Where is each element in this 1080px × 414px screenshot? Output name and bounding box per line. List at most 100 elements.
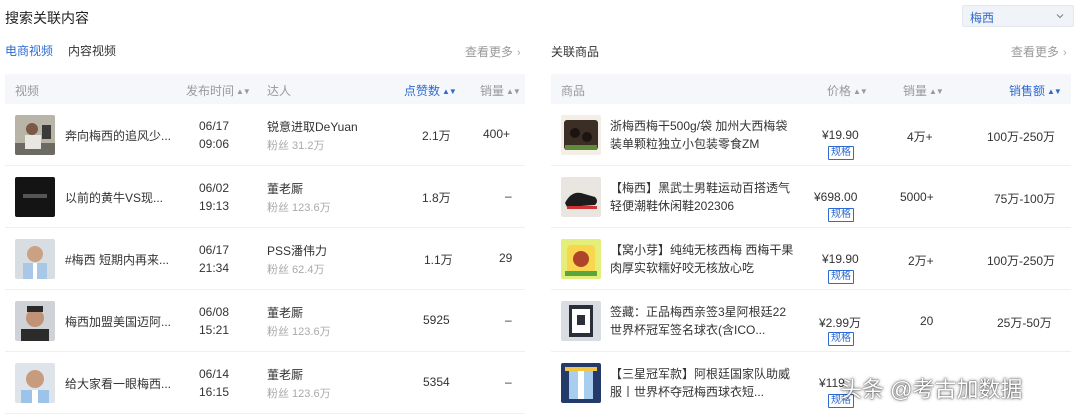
col-label: 点赞数	[404, 84, 441, 98]
spec-tag[interactable]: 规格	[828, 206, 854, 222]
watermark-text: 头条 @考古加数据	[840, 377, 1023, 402]
col-price[interactable]: 价格 ▲▼	[827, 82, 868, 99]
keyword-select[interactable]: 梅西	[962, 5, 1074, 27]
product-sales: 20	[920, 314, 934, 328]
col-creator: 达人	[267, 84, 292, 98]
table-row[interactable]: 签藏：正品梅西亲签3星阿根廷22世界杯冠军签名球衣(含ICO... ¥2.99万…	[551, 290, 1071, 352]
page-title: 搜索关联内容	[5, 10, 89, 26]
table-row[interactable]: 梅西加盟美国迈阿... 06/08 15:21 董老厮 粉丝 123.6万 59…	[5, 290, 525, 352]
sales-count: –	[505, 375, 512, 389]
video-thumbnail[interactable]	[15, 239, 55, 279]
video-thumbnail[interactable]	[15, 301, 55, 341]
video-table-header: 视频 发布时间 ▲▼ 达人 点赞数 ▲▼ 销量 ▲▼	[5, 74, 525, 104]
spec-tag[interactable]: 规格	[828, 144, 854, 160]
video-title[interactable]: #梅西 短期内再来...	[65, 251, 169, 268]
product-title[interactable]: 【三星冠军款】阿根廷国家队助威服丨世界杯夺冠梅西球衣短...	[610, 365, 795, 401]
col-likes[interactable]: 点赞数 ▲▼	[404, 82, 457, 99]
product-table-header: 商品 价格 ▲▼ 销量 ▲▼ 销售额 ▲▼	[551, 74, 1071, 104]
col-product-sales[interactable]: 销量 ▲▼	[903, 82, 944, 99]
creator-fans: 粉丝 123.6万	[267, 202, 331, 214]
spec-label: 规格	[828, 270, 854, 284]
like-count: 1.1万	[424, 253, 453, 267]
creator-fans: 粉丝 123.6万	[267, 326, 331, 338]
product-price: ¥19.90	[822, 128, 859, 142]
col-revenue[interactable]: 销售额 ▲▼	[1009, 82, 1062, 99]
table-row[interactable]: #梅西 短期内再来... 06/17 21:34 PSS潘伟力 粉丝 62.4万…	[5, 228, 525, 290]
video-title[interactable]: 以前的黄牛VS现...	[65, 189, 163, 206]
creator-name[interactable]: 董老厮	[267, 366, 303, 383]
like-count: 5925	[423, 313, 450, 327]
product-title[interactable]: 【窝小芽】纯纯无核西梅 西梅干果肉厚实软糯好咬无核放心吃	[610, 241, 795, 277]
video-thumbnail[interactable]	[15, 115, 55, 155]
creator-name[interactable]: 董老厮	[267, 304, 303, 321]
spec-label: 规格	[828, 332, 854, 346]
product-revenue: 100万-250万	[987, 130, 1056, 144]
product-revenue: 25万-50万	[997, 316, 1052, 330]
publish-date: 06/14	[199, 367, 230, 381]
spec-tag[interactable]: 规格	[828, 330, 854, 346]
col-publish-time[interactable]: 发布时间 ▲▼	[186, 82, 251, 99]
sort-icon: ▲▼	[442, 87, 457, 96]
publish-time: 15:21	[199, 323, 230, 337]
video-thumbnail[interactable]	[15, 363, 55, 403]
sort-icon: ▲▼	[929, 87, 944, 96]
video-table: 视频 发布时间 ▲▼ 达人 点赞数 ▲▼ 销量 ▲▼ 奔向梅西的追风少... 06/1…	[5, 74, 525, 414]
col-label: 销量	[903, 84, 928, 98]
sales-count: –	[505, 313, 512, 327]
product-title[interactable]: 签藏：正品梅西亲签3星阿根廷22世界杯冠军签名球衣(含ICO...	[610, 303, 795, 339]
sort-icon: ▲▼	[236, 87, 251, 96]
product-thumbnail[interactable]	[561, 363, 601, 403]
product-thumbnail[interactable]	[561, 115, 601, 155]
col-sales[interactable]: 销量 ▲▼	[480, 82, 521, 99]
like-count: 1.8万	[422, 191, 451, 205]
chevron-right-icon: ›	[1063, 47, 1067, 59]
creator-name[interactable]: PSS潘伟力	[267, 242, 327, 259]
video-more-link[interactable]: 查看更多 ›	[465, 43, 521, 60]
product-thumbnail[interactable]	[561, 239, 601, 279]
col-label: 销量	[480, 84, 505, 98]
keyword-value: 梅西	[970, 11, 995, 25]
product-more-link[interactable]: 查看更多 ›	[1011, 43, 1067, 60]
publish-time: 19:13	[199, 199, 230, 213]
publish-time: 21:34	[199, 261, 230, 275]
product-revenue: 100万-250万	[987, 254, 1056, 268]
sales-count: 29	[499, 251, 513, 265]
video-title[interactable]: 梅西加盟美国迈阿...	[65, 313, 171, 330]
product-price: ¥2.99万	[819, 316, 862, 330]
creator-name[interactable]: 董老厮	[267, 180, 303, 197]
col-product: 商品	[561, 84, 586, 98]
product-thumbnail[interactable]	[561, 177, 601, 217]
creator-name[interactable]: 锐意进取DeYuan	[267, 118, 358, 135]
product-section-title: 关联商品	[551, 45, 600, 59]
table-row[interactable]: 【梅西】黑武士男鞋运动百搭透气轻便潮鞋休闲鞋202306 ¥698.00 规格 …	[551, 166, 1071, 228]
spec-tag[interactable]: 规格	[828, 268, 854, 284]
video-thumbnail[interactable]	[15, 177, 55, 217]
more-label: 查看更多	[1011, 45, 1060, 59]
product-thumbnail[interactable]	[561, 301, 601, 341]
creator-fans: 粉丝 123.6万	[267, 388, 331, 400]
product-price: ¥698.00	[814, 190, 858, 204]
chevron-down-icon	[1056, 14, 1064, 19]
publish-date: 06/02	[199, 181, 230, 195]
like-count: 2.1万	[422, 129, 451, 143]
video-title[interactable]: 奔向梅西的追风少...	[65, 127, 171, 144]
chevron-right-icon: ›	[517, 47, 521, 59]
sort-icon: ▲▼	[853, 87, 868, 96]
video-title[interactable]: 给大家看一眼梅西...	[65, 375, 171, 392]
table-row[interactable]: 浙梅西梅干500g/袋 加州大西梅袋装单颗粒独立小包装零食ZM ¥19.90 规…	[551, 104, 1071, 166]
product-price: ¥19.90	[822, 252, 859, 266]
sales-count: –	[505, 189, 512, 203]
publish-date: 06/17	[199, 243, 230, 257]
col-label: 销售额	[1009, 84, 1046, 98]
tab-content-video[interactable]: 内容视频	[68, 42, 116, 59]
table-row[interactable]: 以前的黄牛VS现... 06/02 19:13 董老厮 粉丝 123.6万 1.…	[5, 166, 525, 228]
product-sales: 4万+	[907, 130, 933, 144]
tab-ecommerce-video[interactable]: 电商视频	[5, 42, 53, 59]
more-label: 查看更多	[465, 45, 514, 59]
table-row[interactable]: 奔向梅西的追风少... 06/17 09:06 锐意进取DeYuan 粉丝 31…	[5, 104, 525, 166]
product-title[interactable]: 浙梅西梅干500g/袋 加州大西梅袋装单颗粒独立小包装零食ZM	[610, 117, 795, 153]
table-row[interactable]: 给大家看一眼梅西... 06/14 16:15 董老厮 粉丝 123.6万 53…	[5, 352, 525, 414]
table-row[interactable]: 【窝小芽】纯纯无核西梅 西梅干果肉厚实软糯好咬无核放心吃 ¥19.90 规格 2…	[551, 228, 1071, 290]
product-title[interactable]: 【梅西】黑武士男鞋运动百搭透气轻便潮鞋休闲鞋202306	[610, 179, 795, 215]
product-table: 商品 价格 ▲▼ 销量 ▲▼ 销售额 ▲▼ 浙梅西梅干500g/袋 加州大西梅袋装单颗…	[551, 74, 1071, 414]
